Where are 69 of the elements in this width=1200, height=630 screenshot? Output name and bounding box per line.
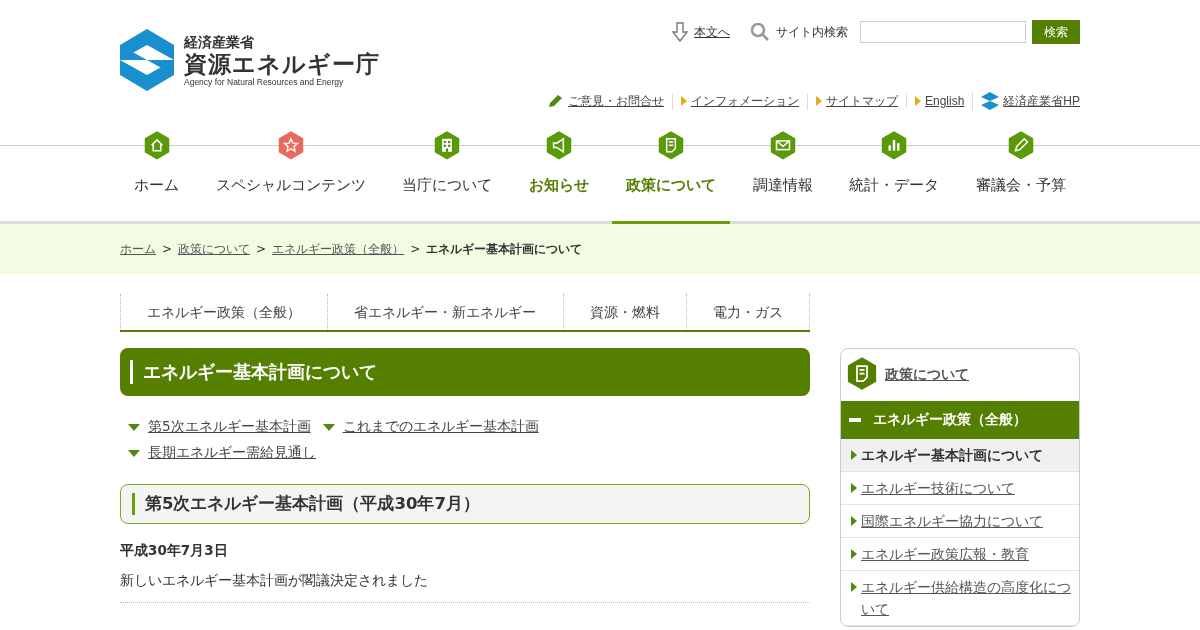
header-link[interactable]: 経済産業省HP xyxy=(1003,92,1080,110)
down-triangle-icon xyxy=(128,449,140,457)
logo-icon xyxy=(981,92,1000,110)
breadcrumb-separator: > xyxy=(410,242,421,256)
triangle-icon xyxy=(851,516,857,526)
triangle-icon xyxy=(680,96,687,106)
search-icon xyxy=(750,22,770,42)
nav-label: お知らせ xyxy=(529,175,590,195)
header-link[interactable]: ご意見・お問合せ xyxy=(567,92,664,110)
sidebar-item[interactable]: エネルギー供給構造の高度化について xyxy=(841,571,1079,626)
nav-tab[interactable]: 調達情報 xyxy=(738,131,827,224)
triangle-icon xyxy=(914,96,921,106)
skip-to-content-link[interactable]: 本文へ xyxy=(694,23,730,41)
ministry-name: 経済産業省 xyxy=(184,33,255,51)
nav-tab[interactable]: スペシャルコンテンツ xyxy=(201,131,380,224)
down-triangle-icon xyxy=(322,423,335,431)
category-tab[interactable]: 電力・ガス xyxy=(685,294,810,330)
header-link[interactable]: インフォメーション xyxy=(690,92,799,110)
logo-icon xyxy=(120,29,174,91)
category-tab[interactable]: 資源・燃料 xyxy=(562,294,686,330)
body-text: 新しいエネルギー基本計画が閣議決定されました xyxy=(120,572,810,603)
sidebar-category[interactable]: エネルギー政策（全般） xyxy=(841,401,1079,439)
nav-label: 政策について xyxy=(625,175,716,195)
category-tab[interactable]: エネルギー政策（全般） xyxy=(120,294,328,330)
nav-label: スペシャルコンテンツ xyxy=(215,175,366,195)
pencil-icon xyxy=(547,94,564,108)
triangle-icon xyxy=(851,582,857,592)
triangle-icon xyxy=(851,483,857,493)
nav-label: ホーム xyxy=(134,175,179,195)
nav-tab[interactable]: 統計・データ xyxy=(835,131,954,224)
nav-tab[interactable]: お知らせ xyxy=(515,131,604,224)
nav-tab[interactable]: ホーム xyxy=(120,131,193,224)
breadcrumb-separator: > xyxy=(162,242,173,256)
breadcrumb-link[interactable]: 政策について xyxy=(178,240,251,258)
nav-tab[interactable]: 当庁について xyxy=(388,131,507,224)
page-title: エネルギー基本計画について xyxy=(120,348,810,396)
anchor-link[interactable]: 第5次エネルギー基本計画 xyxy=(148,418,311,436)
date-text: 平成30年7月3日 xyxy=(120,542,229,560)
triangle-icon xyxy=(851,450,857,460)
sidebar-item[interactable]: エネルギー技術について xyxy=(841,472,1079,505)
agency-name: 資源エネルギー庁 xyxy=(184,51,380,77)
agency-english-name: Agency for Natural Resources and Energy xyxy=(184,77,345,87)
breadcrumb-link[interactable]: エネルギー政策（全般） xyxy=(272,240,405,258)
header-link[interactable]: サイトマップ xyxy=(825,92,898,110)
breadcrumb-separator: > xyxy=(256,242,267,256)
header-link[interactable]: English xyxy=(924,94,965,108)
nav-label: 審議会・予算 xyxy=(975,175,1066,195)
down-triangle-icon xyxy=(128,423,140,431)
triangle-icon xyxy=(851,549,857,559)
breadcrumb-link[interactable]: ホーム xyxy=(120,240,156,258)
nav-tab[interactable]: 審議会・予算 xyxy=(961,131,1080,224)
anchor-link[interactable]: 長期エネルギー需給見通し xyxy=(148,444,316,462)
search-field[interactable] xyxy=(860,21,1026,43)
down-arrow-icon xyxy=(672,22,688,42)
nav-label: 当庁について xyxy=(402,175,493,195)
minus-icon xyxy=(849,418,861,422)
search-button[interactable]: 検索 xyxy=(1032,20,1080,44)
sidebar-item[interactable]: エネルギー基本計画について xyxy=(841,439,1079,472)
category-tab[interactable]: 省エネルギー・新エネルギー xyxy=(327,294,563,330)
anchor-link[interactable]: これまでのエネルギー基本計画 xyxy=(342,418,539,436)
triangle-icon xyxy=(815,96,822,106)
sidebar-item[interactable]: エネルギー政策広報・教育 xyxy=(841,538,1079,571)
search-label: サイト内検索 xyxy=(776,23,848,41)
nav-label: 統計・データ xyxy=(849,175,940,195)
nav-label: 調達情報 xyxy=(752,175,813,195)
section-heading: 第5次エネルギー基本計画（平成30年7月） xyxy=(120,484,810,524)
sidebar-item[interactable]: 国際エネルギー協力について xyxy=(841,505,1079,538)
sidebar-title-link[interactable]: 政策について xyxy=(885,366,969,384)
breadcrumb-current: エネルギー基本計画について xyxy=(426,240,583,258)
